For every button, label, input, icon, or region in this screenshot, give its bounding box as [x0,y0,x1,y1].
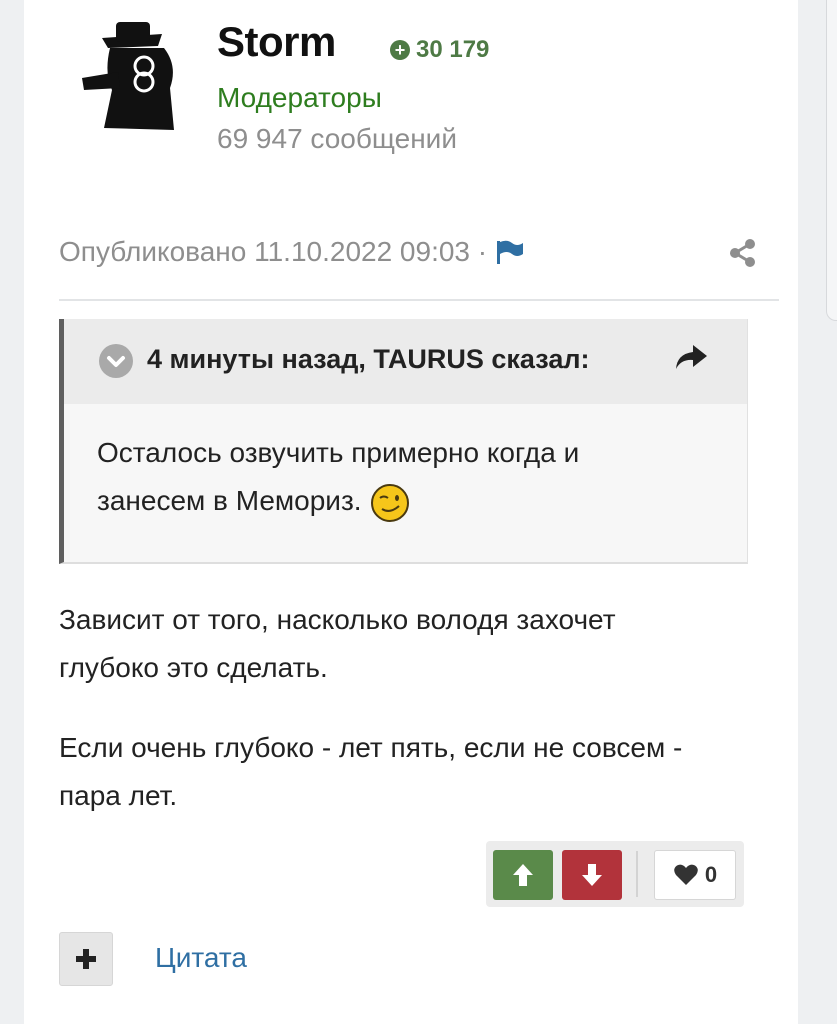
post-line: пара лет. [59,780,178,811]
like-count: 0 [704,862,718,887]
divider [59,299,779,301]
chevron-down-icon[interactable] [99,344,133,378]
post-card: Storm + 30 179 Модераторы 69 947 сообщен… [24,0,798,1024]
plus-icon [76,949,96,969]
quote-link[interactable]: Цитата [155,942,247,974]
downvote-button[interactable] [562,850,622,900]
upvote-button[interactable] [493,850,553,900]
quote-header: 4 минуты назад, TAURUS сказал: [64,319,747,404]
post-line: Зависит от того, насколько володя захоче… [59,604,616,635]
heart-icon [674,864,698,885]
author-name[interactable]: Storm [217,18,336,66]
arrow-up-icon [513,864,533,886]
post-paragraph: Если очень глубоко - лет пять, если не с… [59,724,759,820]
published-date: Опубликовано 11.10.2022 09:03 · [59,236,488,267]
post-line: Если очень глубоко - лет пять, если не с… [59,732,683,763]
multiquote-plus-button[interactable] [59,932,113,986]
vote-separator [636,851,638,897]
author-post-count: 69 947 сообщений [217,123,457,154]
post-meta: Опубликовано 11.10.2022 09:03 · [59,236,525,268]
like-button[interactable]: 0 [654,850,736,900]
quote-line: Осталось озвучить примерно когда и [97,437,580,468]
reputation-value: 30 179 [416,36,490,63]
scroll-edge [826,0,837,321]
reaction-bar: 0 [486,841,744,907]
share-icon[interactable] [728,238,758,268]
avatar[interactable] [74,18,194,138]
plus-circle-icon: + [390,40,410,60]
author-group: Модераторы [217,82,382,113]
quote-citation[interactable]: 4 минуты назад, TAURUS сказал: [147,344,590,375]
quote-body: Осталось озвучить примерно когда и занес… [97,429,697,525]
quote-block: 4 минуты назад, TAURUS сказал: Осталось … [59,319,748,564]
reply-arrow-icon[interactable] [673,341,709,373]
quote-line: занесем в Мемориз. [97,477,697,525]
arrow-down-icon [582,864,602,886]
post-line: глубоко это сделать. [59,652,328,683]
wink-emoji-icon [370,483,410,523]
flag-icon[interactable] [495,239,525,265]
post-paragraph: Зависит от того, насколько володя захоче… [59,596,759,692]
reputation-badge: + 30 179 [390,36,489,64]
